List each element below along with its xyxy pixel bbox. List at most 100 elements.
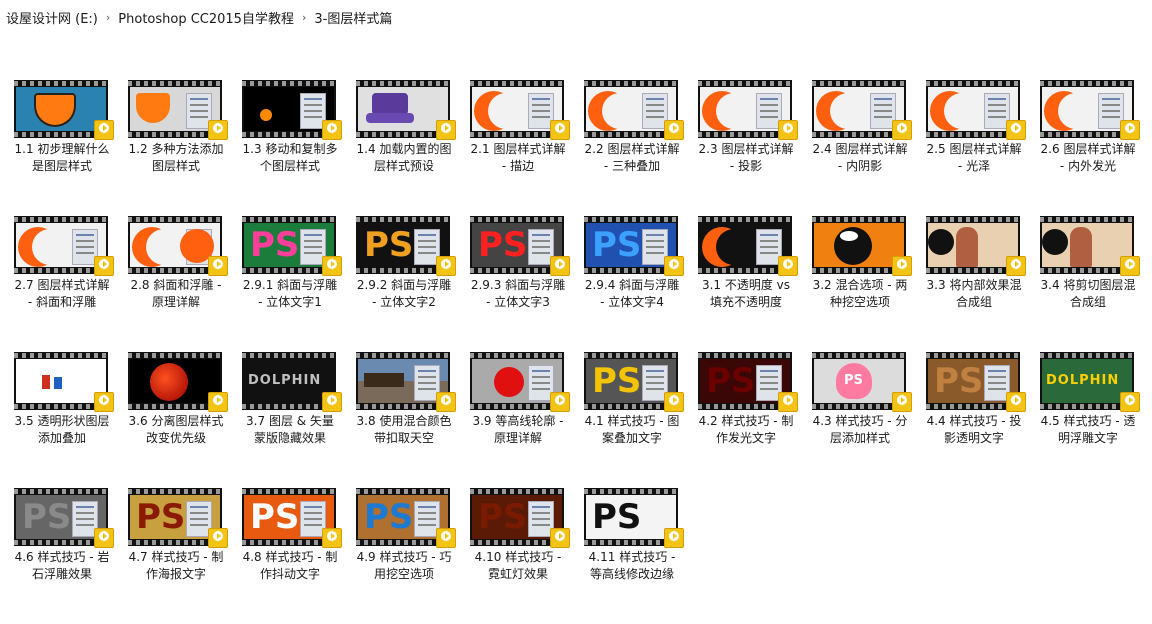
film-strip-holes <box>1040 217 1134 222</box>
video-file-item[interactable]: 2.7 图层样式详解 - 斜面和浮雕 <box>14 216 128 352</box>
video-file-item[interactable]: PS 2.9.3 斜面与浮雕 - 立体文字3 <box>470 216 584 352</box>
play-badge-icon <box>550 528 570 548</box>
film-strip-holes <box>1040 353 1134 358</box>
video-file-item[interactable]: 3.5 透明形状图层添加叠加 <box>14 352 128 488</box>
thumbnail-frame: PS <box>586 495 676 539</box>
video-file-item[interactable]: 2.3 图层样式详解 - 投影 <box>698 80 812 216</box>
video-file-item[interactable]: 1.2 多种方法添加图层样式 <box>128 80 242 216</box>
film-strip-holes <box>356 217 450 222</box>
file-name-label: 1.1 初步理解什么是图层样式 <box>14 142 110 173</box>
video-file-item[interactable]: 2.8 斜面和浮雕 - 原理详解 <box>128 216 242 352</box>
file-name-label: 3.1 不透明度 vs 填充不透明度 <box>701 278 791 309</box>
film-strip-holes <box>128 489 222 494</box>
video-file-item[interactable]: 2.6 图层样式详解 - 内外发光 <box>1040 80 1152 216</box>
video-file-item[interactable]: PS 4.6 样式技巧 - 岩石浮雕效果 <box>14 488 128 624</box>
breadcrumb-separator-icon[interactable]: › <box>104 11 112 24</box>
play-badge-icon <box>550 256 570 276</box>
video-file-item[interactable]: 1.4 加载内置的图层样式预设 <box>356 80 470 216</box>
video-file-item[interactable]: DOLPHIN 4.5 样式技巧 - 透明浮雕文字 <box>1040 352 1152 488</box>
video-file-item[interactable]: PS 2.9.4 斜面与浮雕 - 立体文字4 <box>584 216 698 352</box>
breadcrumb-separator-icon[interactable]: › <box>300 11 308 24</box>
video-file-item[interactable]: 1.3 移动和复制多个图层样式 <box>242 80 356 216</box>
video-file-item[interactable]: 2.4 图层样式详解 - 内阴影 <box>812 80 926 216</box>
film-strip-holes <box>470 81 564 86</box>
video-file-item[interactable]: PS 4.8 样式技巧 - 制作抖动文字 <box>242 488 356 624</box>
video-file-item[interactable]: PS 4.3 样式技巧 - 分层添加样式 <box>812 352 926 488</box>
file-name-label: 4.11 样式技巧 - 等高线修改边缘 <box>588 550 676 581</box>
film-strip-holes <box>242 81 336 86</box>
play-badge-icon <box>1120 120 1140 140</box>
video-file-item[interactable]: PS 4.4 样式技巧 - 投影透明文字 <box>926 352 1040 488</box>
thumbnail-frame <box>130 87 220 131</box>
video-file-item[interactable]: 2.5 图层样式详解 - 光泽 <box>926 80 1040 216</box>
video-file-item[interactable]: 3.8 使用混合颜色带扣取天空 <box>356 352 470 488</box>
breadcrumb-item[interactable]: Photoshop CC2015自学教程 <box>112 8 300 27</box>
file-name-label: 2.1 图层样式详解 - 描边 <box>470 142 566 173</box>
play-badge-icon <box>436 392 456 412</box>
play-badge-icon <box>208 528 228 548</box>
file-name-label: 2.9.4 斜面与浮雕 - 立体文字4 <box>584 278 680 309</box>
breadcrumb-item[interactable]: 3-图层样式篇 <box>308 8 398 27</box>
file-name-label: 4.3 样式技巧 - 分层添加样式 <box>812 414 908 445</box>
thumbnail-frame <box>586 87 676 131</box>
file-name-label: 4.7 样式技巧 - 制作海报文字 <box>128 550 224 581</box>
film-strip-holes <box>14 81 108 86</box>
video-file-item[interactable]: PS 4.7 样式技巧 - 制作海报文字 <box>128 488 242 624</box>
video-file-item[interactable]: PS 4.9 样式技巧 - 巧用挖空选项 <box>356 488 470 624</box>
play-badge-icon <box>778 120 798 140</box>
file-name-label: 2.7 图层样式详解 - 斜面和浮雕 <box>14 278 110 309</box>
video-file-item[interactable]: PS 2.9.1 斜面与浮雕 - 立体文字1 <box>242 216 356 352</box>
file-name-label: 4.10 样式技巧 - 霓虹灯效果 <box>474 550 562 581</box>
thumbnail-frame <box>700 223 790 267</box>
breadcrumb-item[interactable]: 设屋设计网 (E:) <box>0 8 104 27</box>
play-badge-icon <box>892 392 912 412</box>
file-name-label: 4.4 样式技巧 - 投影透明文字 <box>926 414 1022 445</box>
film-strip-holes <box>926 81 1020 86</box>
play-badge-icon <box>94 528 114 548</box>
film-strip-holes <box>584 353 678 358</box>
video-file-item[interactable]: DOLPHIN 3.7 图层 & 矢量蒙版隐藏效果 <box>242 352 356 488</box>
video-file-item[interactable]: 2.1 图层样式详解 - 描边 <box>470 80 584 216</box>
video-file-item[interactable]: 1.1 初步理解什么是图层样式 <box>14 80 128 216</box>
thumbnail-frame <box>472 359 562 403</box>
thumbnail-frame <box>928 223 1018 267</box>
play-badge-icon <box>1120 392 1140 412</box>
file-name-label: 3.8 使用混合颜色带扣取天空 <box>356 414 452 445</box>
file-name-label: 2.9.1 斜面与浮雕 - 立体文字1 <box>242 278 338 309</box>
film-strip-holes <box>698 81 792 86</box>
video-file-item[interactable]: PS 4.1 样式技巧 - 图案叠加文字 <box>584 352 698 488</box>
video-file-item[interactable]: 3.1 不透明度 vs 填充不透明度 <box>698 216 812 352</box>
thumbnail-frame <box>16 223 106 267</box>
video-file-item[interactable]: 3.3 将内部效果混合成组 <box>926 216 1040 352</box>
video-file-item[interactable]: 3.9 等高线轮廓 - 原理详解 <box>470 352 584 488</box>
play-badge-icon <box>322 528 342 548</box>
thumbnail-frame <box>358 359 448 403</box>
video-file-item[interactable]: 3.4 将剪切图层混合成组 <box>1040 216 1152 352</box>
thumbnail-frame <box>16 359 106 403</box>
thumbnail-frame <box>1042 223 1132 267</box>
video-file-item[interactable]: PS 4.10 样式技巧 - 霓虹灯效果 <box>470 488 584 624</box>
film-strip-holes <box>698 217 792 222</box>
video-file-item[interactable]: 2.2 图层样式详解 - 三种叠加 <box>584 80 698 216</box>
thumbnail-frame: PS <box>472 223 562 267</box>
film-strip-holes <box>470 489 564 494</box>
thumbnail-frame <box>814 223 904 267</box>
thumbnail-frame: DOLPHIN <box>244 359 334 403</box>
video-file-item[interactable]: PS 4.2 样式技巧 - 制作发光文字 <box>698 352 812 488</box>
play-badge-icon <box>778 392 798 412</box>
play-badge-icon <box>778 256 798 276</box>
video-file-item[interactable]: 3.2 混合选项 - 两种挖空选项 <box>812 216 926 352</box>
film-strip-holes <box>14 489 108 494</box>
film-strip-holes <box>812 81 906 86</box>
thumbnail-frame <box>130 223 220 267</box>
film-strip-holes <box>584 489 678 494</box>
video-file-item[interactable]: 3.6 分离图层样式改变优先级 <box>128 352 242 488</box>
thumbnail-frame <box>244 87 334 131</box>
file-name-label: 1.4 加载内置的图层样式预设 <box>356 142 452 173</box>
video-file-item[interactable]: PS 4.11 样式技巧 - 等高线修改边缘 <box>584 488 698 624</box>
file-name-label: 3.5 透明形状图层添加叠加 <box>14 414 110 445</box>
file-name-label: 2.2 图层样式详解 - 三种叠加 <box>584 142 680 173</box>
thumbnail-frame: PS <box>586 359 676 403</box>
file-name-label: 2.9.2 斜面与浮雕 - 立体文字2 <box>356 278 452 309</box>
video-file-item[interactable]: PS 2.9.2 斜面与浮雕 - 立体文字2 <box>356 216 470 352</box>
